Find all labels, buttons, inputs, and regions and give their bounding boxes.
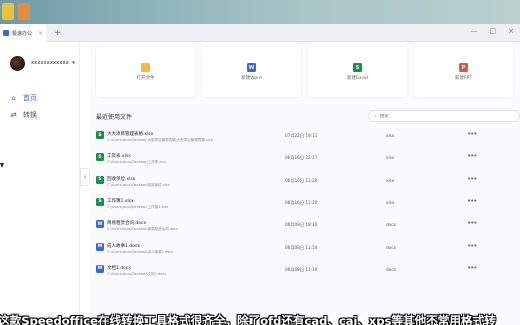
file-type: docx <box>386 244 397 250</box>
sidebar-item-convert[interactable]: ⇄ 转换 <box>10 110 37 120</box>
more-options-icon[interactable]: ••• <box>467 242 477 250</box>
video-subtitle: 这款Speedoffice在线转换工具格式很齐全，除了ofd还有cad、caj、… <box>0 308 520 325</box>
sidebar-item-home[interactable]: ⌂ 首页 <box>10 93 37 103</box>
excel-file-icon: S <box>96 131 104 139</box>
search-input[interactable] <box>379 113 500 119</box>
file-name: 简易租赁合同.docx <box>107 221 147 227</box>
new-ppt-label: 新建PPT <box>454 76 473 81</box>
word-file-icon: W <box>96 264 104 273</box>
more-options-icon[interactable]: ••• <box>467 175 477 183</box>
file-time: 07月22日 19:11 <box>285 133 318 138</box>
file-name: 工资表.xlsx <box>107 154 131 160</box>
desktop-folder-icon[interactable] <box>2 3 14 20</box>
excel-file-icon: S <box>96 175 104 184</box>
file-type: xlsx <box>386 199 395 205</box>
file-time: 06月16日 22:17 <box>285 155 318 161</box>
file-row[interactable]: S 回收单位.xlsx C:\Users\asus\Desktop\回收单位.xls… <box>90 173 520 195</box>
word-icon: W <box>247 63 256 72</box>
file-row[interactable]: W 文档1.docx C:\Users\asus\Desktop\文档1.docx 0… <box>90 262 520 284</box>
ppt-icon: P <box>459 63 468 72</box>
maximize-button[interactable]: □ <box>490 27 497 35</box>
chevron-down-icon[interactable]: ▼ <box>72 60 75 65</box>
file-row[interactable]: S 工资表.xlsx C:\Users\asus\Desktop\工资表.xlsx 0… <box>90 150 520 172</box>
more-options-icon[interactable]: ••• <box>467 152 477 160</box>
excel-file-icon: S <box>96 153 104 162</box>
word-file-icon: W <box>96 220 104 229</box>
new-excel-button[interactable]: S 新建Excel <box>308 47 407 97</box>
new-tab-button[interactable]: + <box>54 27 62 39</box>
convert-icon: ⇄ <box>10 111 17 119</box>
new-word-label: 新建Word <box>241 76 262 81</box>
file-type: docx <box>386 222 397 228</box>
more-options-icon[interactable]: ••• <box>467 130 477 138</box>
more-options-icon[interactable]: ••• <box>467 197 477 205</box>
main-content: 打开文件 W 新建Word S 新建Excel P 新建PPT 最近使用文件 ⌕… <box>90 42 520 325</box>
file-path: C:\Users\asus\Desktop\简易租赁合同.docx <box>107 227 179 232</box>
avatar[interactable] <box>10 56 25 71</box>
file-name: 文档1.docx <box>107 265 132 271</box>
file-path: C:\Users\asus\Desktop\回收单位.xlsx <box>107 182 170 187</box>
file-name: 成人故事1.docx <box>107 243 141 249</box>
search-box[interactable]: ⌕ <box>368 110 520 122</box>
file-time: 06月16日 11:20 <box>285 199 318 205</box>
tab-home[interactable]: 极速办公 × <box>0 24 46 42</box>
file-type: xlsx <box>386 133 395 138</box>
open-file-label: 打开文件 <box>136 76 155 81</box>
tab-bar: 极速办公 × + — □ × <box>0 24 520 42</box>
file-name: 大大项目管理表格.xlsx <box>107 132 154 137</box>
file-time: 06月08日 11:54 <box>285 244 318 250</box>
user-name[interactable]: xxxxxxxxxxxx <box>31 60 69 66</box>
subtitle-text: 这款Speedoffice在线转换工具格式很齐全，除了ofd还有cad、caj、… <box>0 313 496 325</box>
file-type: xlsx <box>386 177 395 183</box>
home-icon: ⌂ <box>11 94 16 102</box>
file-path: C:\Users\asus\Desktop\大型项目管理表格\大型项目管理表格.… <box>107 138 213 142</box>
close-window-button[interactable]: × <box>508 27 514 35</box>
file-row[interactable]: S 工作簿1.xlsx C:\Users\asus\Desktop\工作簿1.xls… <box>90 195 520 217</box>
file-row[interactable]: W 成人故事1.docx C:\Users\asus\Desktop\成人故事1.d… <box>90 240 520 262</box>
app-window: 极速办公 × + — □ × xxxxxxxxxxxx ▼ ⌂ 首页 ⇄ 转换 … <box>0 24 520 325</box>
sidebar: xxxxxxxxxxxx ▼ ⌂ 首页 ⇄ 转换 <box>0 42 80 325</box>
sidebar-collapse-button[interactable]: ‹ <box>80 168 90 186</box>
file-time: 06月16日 11:20 <box>285 177 318 183</box>
more-options-icon[interactable]: ••• <box>467 219 477 227</box>
file-name: 回收单位.xlsx <box>107 176 136 182</box>
more-options-icon[interactable]: ••• <box>467 264 477 272</box>
minimize-button[interactable]: — <box>471 27 478 35</box>
file-name: 工作簿1.xlsx <box>107 198 134 204</box>
window-controls: — □ × <box>471 27 515 35</box>
file-time: 06月08日 11:10 <box>285 266 318 272</box>
file-type: docx <box>386 266 397 272</box>
sidebar-item-label: 转换 <box>23 111 37 119</box>
excel-icon: S <box>353 63 362 72</box>
folder-icon <box>141 63 150 72</box>
file-path: C:\Users\asus\Desktop\工作簿1.xlsx <box>107 204 169 209</box>
app-logo-icon <box>3 30 9 36</box>
new-excel-label: 新建Excel <box>347 76 368 81</box>
recent-files-title: 最近使用文件 <box>96 114 133 121</box>
search-icon: ⌕ <box>374 113 377 119</box>
open-file-button[interactable]: 打开文件 <box>96 47 195 97</box>
desktop-background <box>0 0 520 24</box>
excel-file-icon: S <box>96 197 104 206</box>
file-row[interactable]: W 简易租赁合同.docx C:\Users\asus\Desktop\简易租赁合同… <box>90 217 520 239</box>
file-row[interactable]: S 大大项目管理表格.xlsx C:\Users\asus\Desktop\大型项目… <box>90 128 520 150</box>
sidebar-item-label: 首页 <box>23 94 37 102</box>
word-file-icon: W <box>96 242 104 251</box>
file-path: C:\Users\asus\Desktop\文档1.docx <box>107 271 167 276</box>
desktop-app-icon[interactable] <box>18 3 30 20</box>
tab-close-icon[interactable]: × <box>38 30 43 37</box>
new-ppt-button[interactable]: P 新建PPT <box>414 47 513 97</box>
file-type: xlsx <box>386 155 395 161</box>
new-word-button[interactable]: W 新建Word <box>202 47 301 97</box>
mouse-cursor-icon <box>0 163 4 168</box>
file-path: C:\Users\asus\Desktop\成人故事1.docx <box>107 249 174 254</box>
app-title: 极速办公 <box>12 30 33 37</box>
file-time: 06月09日 18:10 <box>285 222 318 228</box>
file-path: C:\Users\asus\Desktop\工资表.xlsx <box>107 160 167 165</box>
